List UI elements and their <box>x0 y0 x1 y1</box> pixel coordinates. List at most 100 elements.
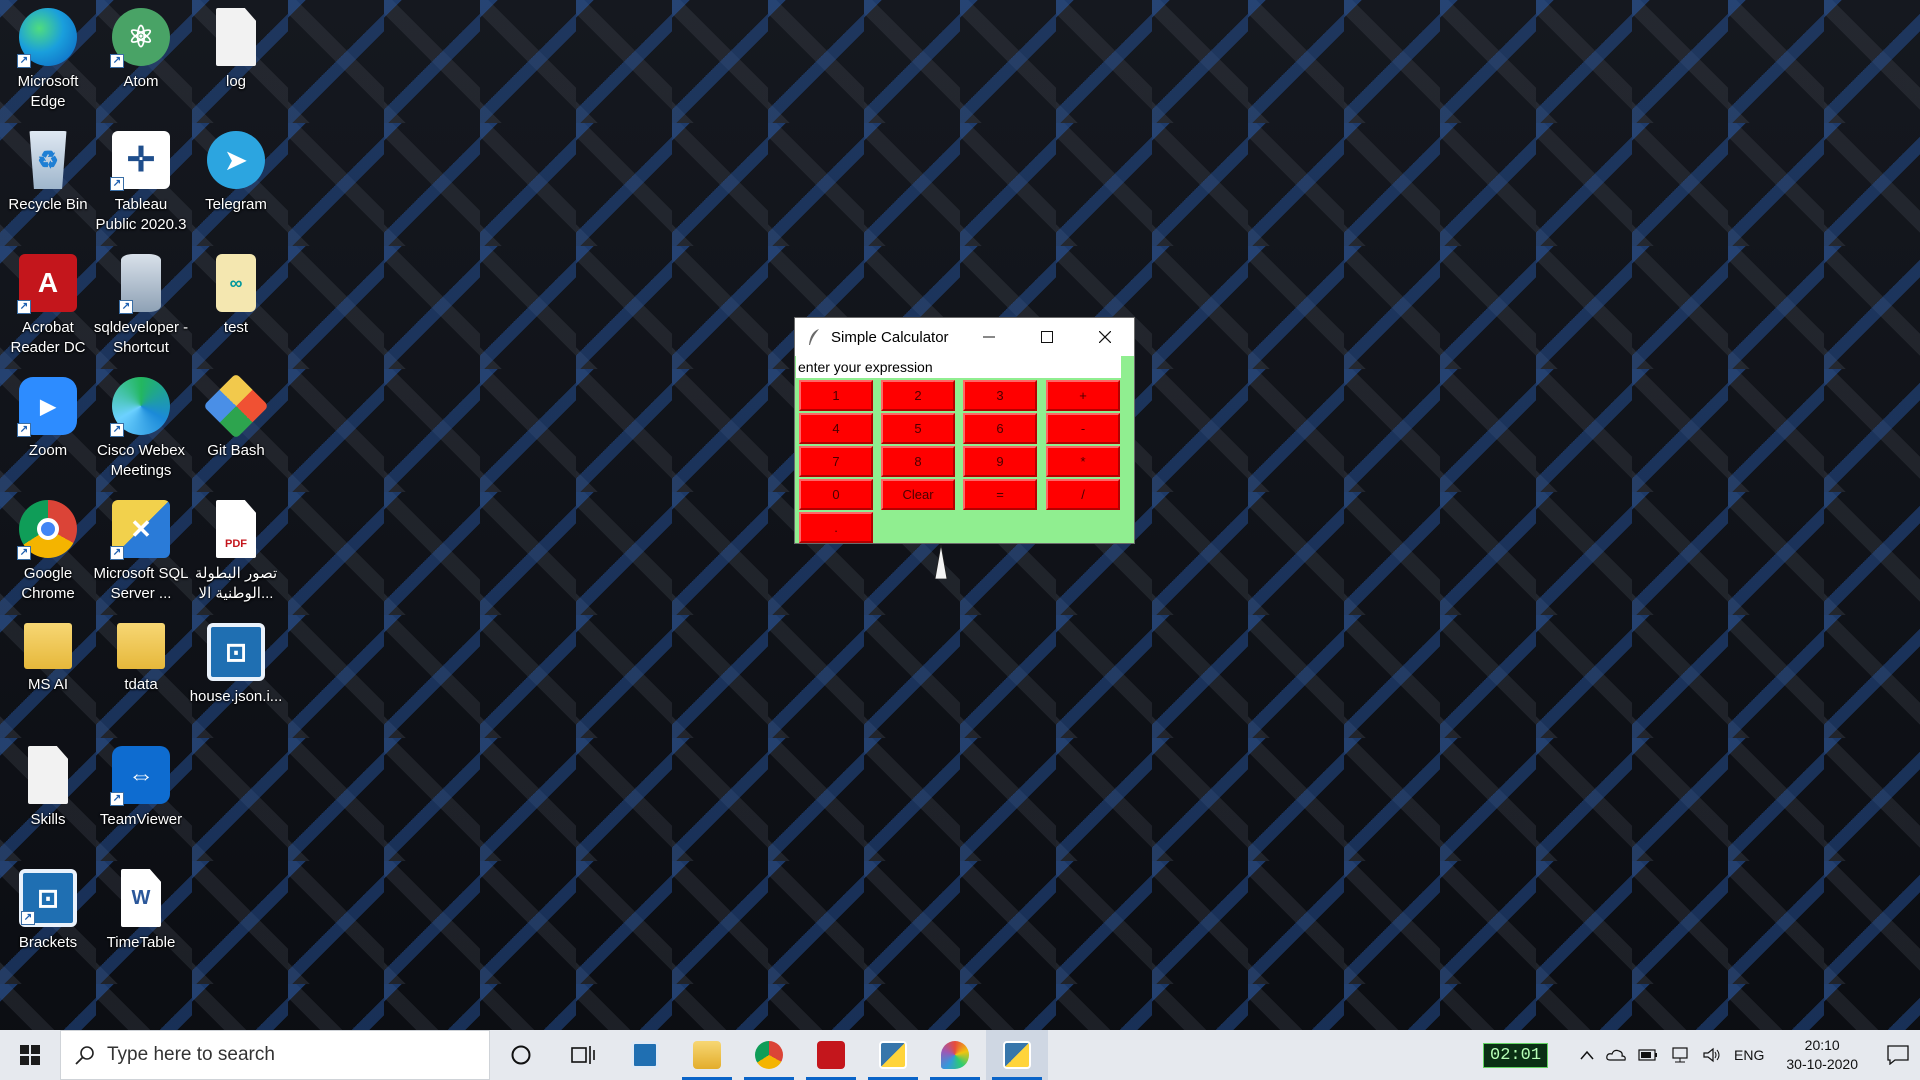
desktop-icons: ↗ Microsoft Edge ⚛ ↗ Atom log ♻ Recycle B… <box>0 0 300 1030</box>
key-clear[interactable]: Clear <box>881 479 955 510</box>
taskbar-chrome[interactable] <box>738 1030 800 1080</box>
desktop-icon-skills[interactable]: Skills <box>0 738 96 856</box>
key-divide[interactable]: / <box>1046 479 1120 510</box>
task-view-button[interactable] <box>552 1030 614 1080</box>
key-4[interactable]: 4 <box>799 413 873 444</box>
volume-button[interactable] <box>1702 1047 1722 1063</box>
onedrive-button[interactable] <box>1606 1048 1626 1062</box>
search-input[interactable] <box>107 1044 467 1066</box>
key-8[interactable]: 8 <box>881 446 955 477</box>
acrobat-icon: A ↗ <box>17 254 77 314</box>
taskbar-python-idle[interactable] <box>862 1030 924 1080</box>
brackets-icon <box>631 1041 659 1069</box>
desktop-icon-log[interactable]: log <box>188 0 284 118</box>
folder-icon <box>24 623 72 669</box>
key-decimal[interactable]: . <box>799 512 873 543</box>
desktop-icon-label: test <box>223 319 249 336</box>
close-icon <box>1099 331 1111 343</box>
desktop-icon-sqldeveloper[interactable]: ↗ sqldeveloper - Shortcut <box>93 246 189 364</box>
tableau-icon: ✛ ↗ <box>110 131 170 191</box>
taskbar-python-tk[interactable] <box>986 1030 1048 1080</box>
minimize-button[interactable] <box>960 318 1018 356</box>
key-2[interactable]: 2 <box>881 380 955 411</box>
cortana-circle-icon <box>511 1045 531 1065</box>
timer-widget[interactable]: 02:01 <box>1483 1042 1549 1068</box>
chevron-up-icon <box>1580 1050 1594 1060</box>
desktop-icon-label: Atom <box>123 73 159 90</box>
desktop-icon-label: Microsoft Edge <box>17 73 79 110</box>
brackets-file-icon: ⊡ <box>207 623 265 681</box>
desktop-icon-zoom[interactable]: ▶ ↗ Zoom <box>0 369 96 487</box>
start-button[interactable] <box>0 1030 60 1080</box>
network-button[interactable] <box>1670 1047 1690 1063</box>
desktop-icon-tdata[interactable]: tdata <box>93 615 189 733</box>
desktop-icon-label: house.json.i... <box>189 688 283 705</box>
maximize-button[interactable] <box>1018 318 1076 356</box>
brackets-icon: ⊡ ↗ <box>19 869 77 927</box>
desktop-icon-label: Cisco Webex Meetings <box>96 442 186 479</box>
battery-button[interactable] <box>1638 1049 1658 1061</box>
input-language-button[interactable]: ENG <box>1734 1047 1764 1063</box>
desktop-icon-label: Recycle Bin <box>8 196 88 213</box>
key-0[interactable]: 0 <box>799 479 873 510</box>
desktop-icon-sql-server[interactable]: ✕ ↗ Microsoft SQL Server ... <box>93 492 189 610</box>
clock-button[interactable]: 20:10 30-10-2020 <box>1786 1036 1858 1074</box>
desktop-icon-chrome[interactable]: ↗ Google Chrome <box>0 492 96 610</box>
desktop-icon-microsoft-edge[interactable]: ↗ Microsoft Edge <box>0 0 96 118</box>
close-button[interactable] <box>1076 318 1134 356</box>
recycle-bin-icon: ♻ <box>29 131 67 189</box>
taskbar-search[interactable] <box>60 1030 490 1080</box>
tk-feather-icon <box>809 329 819 345</box>
key-6[interactable]: 6 <box>963 413 1037 444</box>
cortana-button[interactable] <box>490 1030 552 1080</box>
key-1[interactable]: 1 <box>799 380 873 411</box>
desktop-icon-git-bash[interactable]: Git Bash <box>188 369 284 487</box>
desktop-icon-label: Git Bash <box>207 442 265 459</box>
desktop-icon-atom[interactable]: ⚛ ↗ Atom <box>93 0 189 118</box>
desktop-icon-label: tdata <box>124 676 158 693</box>
title-bar[interactable]: Simple Calculator <box>795 318 1134 356</box>
atom-icon: ⚛ ↗ <box>110 8 170 68</box>
clock-time: 20:10 <box>1804 1037 1840 1053</box>
show-hidden-icons-button[interactable] <box>1580 1050 1594 1060</box>
sql-server-icon: ✕ ↗ <box>110 500 170 560</box>
desktop-icon-ms-ai[interactable]: MS AI <box>0 615 96 733</box>
key-minus[interactable]: - <box>1046 413 1120 444</box>
desktop-icon-teamviewer[interactable]: ⇔ ↗ TeamViewer <box>93 738 189 856</box>
pdf-file-icon: PDF <box>216 500 256 558</box>
key-multiply[interactable]: * <box>1046 446 1120 477</box>
desktop-icon-timetable[interactable]: W TimeTable <box>93 861 189 979</box>
desktop-icon-test[interactable]: ∞ test <box>188 246 284 364</box>
cloud-icon <box>1606 1049 1626 1061</box>
key-7[interactable]: 7 <box>799 446 873 477</box>
windows-logo-icon <box>20 1045 40 1065</box>
edge-icon: ↗ <box>17 8 77 68</box>
action-center-button[interactable] <box>1876 1030 1920 1080</box>
key-9[interactable]: 9 <box>963 446 1037 477</box>
word-file-icon: W <box>121 869 161 927</box>
key-5[interactable]: 5 <box>881 413 955 444</box>
desktop-icon-recycle-bin[interactable]: ♻ Recycle Bin <box>0 123 96 241</box>
expression-field[interactable] <box>796 356 1121 378</box>
desktop-icon-label: Telegram <box>205 196 267 213</box>
task-view-icon <box>571 1046 595 1064</box>
taskbar-paint[interactable] <box>924 1030 986 1080</box>
taskbar-brackets[interactable] <box>614 1030 676 1080</box>
desktop-icon-label: MS AI <box>27 676 68 693</box>
key-plus[interactable]: + <box>1046 380 1120 411</box>
desktop-icon-webex[interactable]: ↗ Cisco Webex Meetings <box>93 369 189 487</box>
desktop-icon-label: Brackets <box>18 934 78 951</box>
notification-icon <box>1887 1045 1909 1065</box>
taskbar-acrobat[interactable] <box>800 1030 862 1080</box>
desktop-icon-acrobat[interactable]: A ↗ Acrobat Reader DC <box>0 246 96 364</box>
desktop-icon-house-json[interactable]: ⊡ house.json.i... <box>188 615 284 733</box>
key-3[interactable]: 3 <box>963 380 1037 411</box>
desktop-icon-tableau[interactable]: ✛ ↗ Tableau Public 2020.3 <box>93 123 189 241</box>
desktop-icon-telegram[interactable]: ➤ Telegram <box>188 123 284 241</box>
taskbar-file-explorer[interactable] <box>676 1030 738 1080</box>
python-tk-icon <box>1003 1041 1031 1069</box>
webex-icon: ↗ <box>110 377 170 437</box>
key-equals[interactable]: = <box>963 479 1037 510</box>
desktop-icon-brackets[interactable]: ⊡ ↗ Brackets <box>0 861 96 979</box>
desktop-icon-pdf[interactable]: PDF تصور البطولة الوطنية الا... <box>188 492 284 610</box>
